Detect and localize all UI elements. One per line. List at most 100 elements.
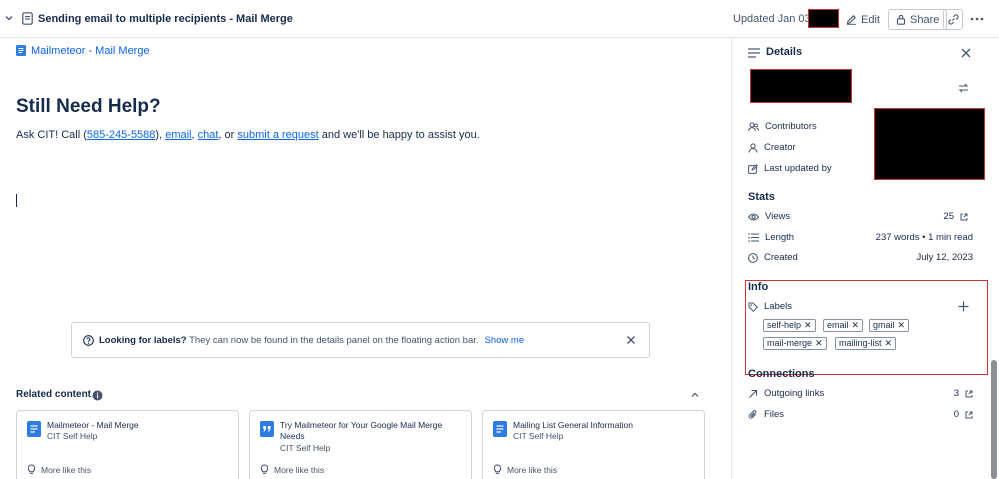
email-link[interactable]: email bbox=[165, 129, 191, 141]
card-space: CIT Self Help bbox=[513, 431, 564, 441]
related-card[interactable]: Try Mailmeteor for Your Google Mail Merg… bbox=[249, 410, 472, 479]
related-card[interactable]: Mailing List General Information CIT Sel… bbox=[482, 410, 705, 479]
menu-icon bbox=[748, 48, 760, 58]
details-panel: Details Contributors Creator Last update… bbox=[731, 38, 999, 479]
created-row: Created bbox=[748, 252, 798, 263]
views-row[interactable]: Views bbox=[748, 211, 790, 222]
close-icon[interactable] bbox=[961, 48, 971, 58]
person-icon bbox=[748, 142, 758, 153]
length-row: Length bbox=[748, 232, 794, 243]
views-value[interactable]: 25 bbox=[943, 211, 968, 222]
show-me-link[interactable]: Show me bbox=[485, 335, 525, 346]
more-like-this-button[interactable]: More like this bbox=[493, 464, 557, 475]
views-count: 25 bbox=[943, 211, 954, 222]
eye-icon bbox=[748, 213, 759, 221]
share-button[interactable]: Share bbox=[888, 9, 948, 30]
edit-button[interactable]: Edit bbox=[846, 9, 880, 30]
card-title: Try Mailmeteor for Your Google Mail Merg… bbox=[280, 420, 465, 454]
label-chip[interactable]: mail-merge ✕ bbox=[763, 337, 827, 350]
mailmeteor-link[interactable]: Mailmeteor - Mail Merge bbox=[31, 45, 150, 57]
labels-label: Labels bbox=[764, 301, 792, 312]
related-content-title: Related content bbox=[16, 389, 92, 400]
page-title[interactable]: Sending email to multiple recipients - M… bbox=[38, 13, 293, 25]
files-value[interactable]: 0 bbox=[954, 409, 973, 420]
files-row[interactable]: Files bbox=[748, 409, 784, 420]
lightbulb-icon bbox=[493, 464, 502, 475]
add-label-icon[interactable] bbox=[958, 301, 969, 312]
external-link-icon bbox=[960, 213, 968, 221]
outgoing-links-value[interactable]: 3 bbox=[954, 388, 973, 399]
more-like-this-label: More like this bbox=[507, 464, 558, 475]
more-like-this-button[interactable]: More like this bbox=[260, 464, 324, 475]
top-bar: Sending email to multiple recipients - M… bbox=[0, 0, 999, 38]
label-chip[interactable]: gmail ✕ bbox=[869, 319, 910, 332]
length-value: 237 words • 1 min read bbox=[875, 232, 973, 243]
remove-label-icon[interactable]: ✕ bbox=[852, 320, 860, 331]
external-link-icon bbox=[965, 411, 973, 419]
created-label: Created bbox=[764, 252, 798, 263]
paperclip-icon bbox=[748, 409, 758, 420]
label-chip[interactable]: mailing-list ✕ bbox=[835, 337, 897, 350]
related-card[interactable]: Mailmeteor - Mail Merge CIT Self Help Mo… bbox=[16, 410, 239, 479]
last-updated-row[interactable]: Last updated by bbox=[748, 163, 832, 174]
card-title-text: Try Mailmeteor for Your Google Mail Merg… bbox=[280, 420, 443, 441]
created-value: July 12, 2023 bbox=[916, 252, 973, 263]
label-chip-text: mail-merge bbox=[767, 338, 813, 348]
stats-heading: Stats bbox=[748, 191, 775, 203]
details-title: Details bbox=[766, 46, 803, 58]
views-label: Views bbox=[765, 211, 791, 222]
redacted-avatar bbox=[808, 9, 839, 28]
text-cursor bbox=[16, 194, 17, 207]
chat-link[interactable]: chat bbox=[198, 129, 219, 141]
question-icon bbox=[83, 335, 94, 346]
arrow-up-right-icon bbox=[748, 389, 758, 399]
para-suffix: and we'll be happy to assist you. bbox=[318, 129, 480, 141]
card-title-text: Mailing List General Information bbox=[513, 420, 634, 430]
doc-icon bbox=[493, 421, 507, 437]
label-chip[interactable]: email ✕ bbox=[823, 319, 864, 332]
clock-icon bbox=[748, 252, 758, 263]
updated-timestamp[interactable]: Updated Jan 03 bbox=[733, 13, 811, 25]
lock-icon bbox=[896, 14, 906, 25]
redacted-owner bbox=[750, 69, 852, 103]
edit-label: Edit bbox=[861, 13, 880, 26]
outgoing-links-row[interactable]: Outgoing links bbox=[748, 388, 824, 399]
doc-icon bbox=[16, 45, 26, 56]
remove-label-icon[interactable]: ✕ bbox=[804, 320, 812, 331]
contributors-row[interactable]: Contributors bbox=[748, 121, 817, 132]
creator-row[interactable]: Creator bbox=[748, 142, 796, 153]
more-like-this-label: More like this bbox=[274, 464, 325, 475]
list-icon bbox=[748, 233, 759, 242]
scrollbar[interactable] bbox=[991, 360, 997, 479]
copy-link-button[interactable] bbox=[943, 9, 963, 30]
length-label: Length bbox=[765, 232, 795, 243]
last-updated-label: Last updated by bbox=[764, 163, 832, 174]
more-actions-icon[interactable] bbox=[970, 17, 984, 21]
card-title: Mailmeteor - Mail Merge CIT Self Help bbox=[47, 420, 232, 442]
labels-notice: Looking for labels? They can now be foun… bbox=[71, 322, 650, 358]
connections-heading: Connections bbox=[748, 368, 815, 380]
phone-link[interactable]: 585-245-5588 bbox=[87, 129, 156, 141]
chevron-up-icon[interactable] bbox=[690, 391, 700, 399]
chevron-down-icon[interactable] bbox=[4, 13, 14, 23]
submit-request-link[interactable]: submit a request bbox=[237, 129, 318, 141]
outgoing-links-count: 3 bbox=[953, 388, 959, 399]
remove-label-icon[interactable]: ✕ bbox=[898, 320, 906, 331]
para-prefix: Ask CIT! Call ( bbox=[16, 129, 87, 141]
notice-body: They can now be found in the details pan… bbox=[186, 335, 479, 346]
remove-label-icon[interactable]: ✕ bbox=[885, 338, 893, 349]
close-icon[interactable] bbox=[626, 335, 636, 345]
remove-label-icon[interactable]: ✕ bbox=[815, 338, 823, 349]
outgoing-links-label: Outgoing links bbox=[764, 388, 825, 399]
label-chip-text: gmail bbox=[873, 320, 895, 330]
labels-row: Labels bbox=[748, 301, 792, 312]
creator-label: Creator bbox=[764, 142, 796, 153]
pencil-icon bbox=[846, 14, 857, 25]
info-icon[interactable] bbox=[92, 390, 103, 401]
page-icon bbox=[22, 12, 33, 25]
tag-icon bbox=[748, 302, 758, 312]
label-chip[interactable]: self-help ✕ bbox=[763, 319, 816, 332]
more-like-this-button[interactable]: More like this bbox=[27, 464, 91, 475]
link-icon bbox=[947, 14, 959, 25]
swap-icon[interactable] bbox=[958, 83, 969, 93]
